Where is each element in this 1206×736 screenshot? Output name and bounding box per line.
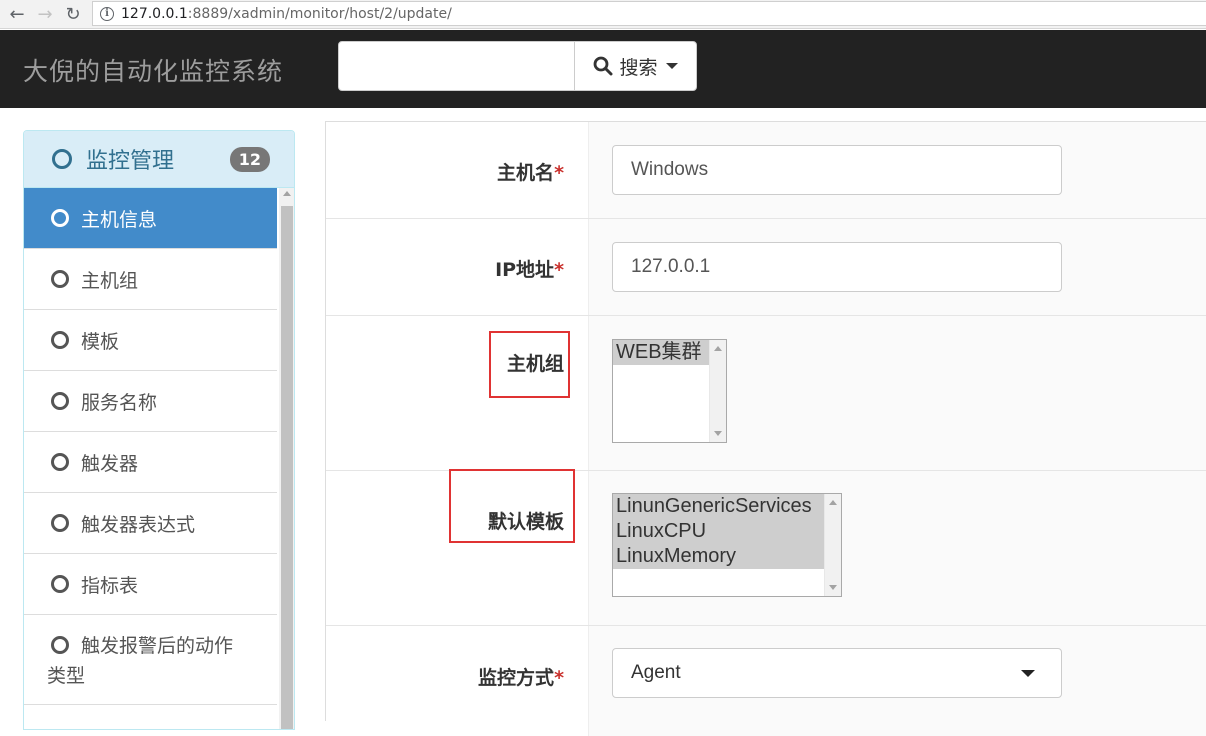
caret-down-icon — [1021, 670, 1035, 677]
required-mark: * — [554, 667, 564, 689]
template-option[interactable]: LinuxCPU — [613, 519, 824, 544]
sidebar-item-alert-action-type[interactable]: 触发报警后的动作 类型 — [24, 615, 277, 705]
sidebar-menu: 主机信息 主机组 模板 服务名称 触发器 触发器表达式 指标表 触发报警后的动作 — [24, 188, 277, 705]
hostname-label: 主机名* — [497, 158, 564, 185]
search-button-label: 搜索 — [619, 56, 658, 79]
form-row-host-group: 主机组 WEB集群 — [326, 316, 1206, 471]
search-icon — [594, 56, 613, 76]
count-badge: 12 — [229, 147, 270, 172]
annotation-box-host-group — [489, 331, 570, 398]
sidebar-item-label: 模板 — [81, 330, 120, 353]
form-row-hostname: 主机名* Windows — [326, 122, 1206, 219]
back-arrow-icon[interactable]: ← — [6, 3, 28, 25]
url-host: 127.0.0.1 — [121, 5, 188, 22]
scroll-down-arrow-icon[interactable] — [714, 431, 722, 436]
sidebar-item-label: 服务名称 — [81, 391, 158, 414]
form-row-monitor-method: 监控方式* Agent — [326, 626, 1206, 736]
info-icon[interactable]: i — [100, 6, 114, 21]
top-navbar: 大倪的自动化监控系统 搜索 — [0, 30, 1206, 108]
monitor-method-select[interactable]: Agent — [612, 648, 1062, 698]
url-path: :8889/xadmin/monitor/host/2/update/ — [187, 5, 452, 22]
sidebar-scrollbar[interactable] — [279, 188, 294, 729]
sidebar-item-label: 触发器 — [81, 452, 139, 475]
hostname-label-text: 主机名 — [497, 162, 555, 184]
hostname-input[interactable]: Windows — [612, 145, 1062, 195]
host-edit-form: 主机名* Windows IP地址* 127.0.0.1 主机组 WEB集群 默… — [325, 121, 1206, 736]
sidebar-heading[interactable]: 监控管理 12 — [24, 131, 294, 188]
sidebar-heading-label: 监控管理 — [86, 149, 175, 174]
host-group-option[interactable]: WEB集群 — [613, 340, 710, 365]
sidebar-item-label: 触发器表达式 — [81, 513, 196, 536]
field-cell: WEB集群 — [589, 316, 1206, 470]
annotation-box-default-template — [449, 469, 575, 543]
monitor-method-label: 监控方式* — [478, 663, 564, 690]
select-scrollbar[interactable] — [709, 340, 726, 442]
circle-icon — [51, 209, 69, 227]
required-mark: * — [554, 259, 564, 281]
search-button[interactable]: 搜索 — [574, 41, 697, 91]
scroll-up-arrow-icon[interactable] — [283, 191, 291, 196]
circle-icon — [51, 575, 69, 593]
circle-icon — [52, 149, 72, 169]
circle-icon — [51, 392, 69, 410]
sidebar-item-label-line2: 类型 — [47, 665, 86, 687]
circle-icon — [51, 331, 69, 349]
address-bar[interactable]: i 127.0.0.1:8889/xadmin/monitor/host/2/u… — [92, 1, 1206, 26]
field-cell: Windows — [589, 122, 1206, 218]
caret-down-icon — [665, 63, 678, 69]
default-template-select[interactable]: LinunGenericServices LinuxCPU LinuxMemor… — [612, 493, 842, 597]
ip-label: IP地址* — [495, 255, 564, 282]
label-cell: 监控方式* — [326, 626, 589, 736]
forward-arrow-icon[interactable]: → — [34, 3, 56, 25]
circle-icon — [51, 636, 69, 654]
sidebar-item-host-group[interactable]: 主机组 — [24, 249, 277, 310]
sidebar-item-label: 指标表 — [81, 574, 139, 597]
monitor-method-value: Agent — [631, 662, 681, 683]
ip-label-text: IP地址 — [495, 259, 555, 281]
sidebar-item-label: 触发报警后的动作 — [81, 635, 234, 657]
scroll-up-arrow-icon[interactable] — [829, 500, 837, 505]
field-cell: Agent — [589, 626, 1206, 736]
ip-input[interactable]: 127.0.0.1 — [612, 242, 1062, 292]
monitor-method-label-text: 监控方式 — [478, 667, 555, 689]
template-option[interactable]: LinunGenericServices — [613, 494, 824, 519]
sidebar-item-service-name[interactable]: 服务名称 — [24, 371, 277, 432]
circle-icon — [51, 453, 69, 471]
label-cell: IP地址* — [326, 219, 589, 315]
scroll-up-arrow-icon[interactable] — [714, 346, 722, 351]
sidebar-item-template[interactable]: 模板 — [24, 310, 277, 371]
sidebar-item-label: 主机组 — [81, 269, 139, 292]
sidebar-item-host-info[interactable]: 主机信息 — [24, 188, 277, 249]
scroll-down-arrow-icon[interactable] — [829, 585, 837, 590]
select-scrollbar[interactable] — [824, 494, 841, 596]
field-cell: 127.0.0.1 — [589, 219, 1206, 315]
browser-toolbar: ← → ↻ i 127.0.0.1:8889/xadmin/monitor/ho… — [0, 0, 1206, 29]
circle-icon — [51, 270, 69, 288]
sidebar-panel: 监控管理 12 主机信息 主机组 模板 服务名称 触发器 触发器表达式 指标表 … — [23, 130, 295, 730]
scroll-thumb[interactable] — [281, 206, 293, 729]
field-cell: LinunGenericServices LinuxCPU LinuxMemor… — [589, 471, 1206, 625]
sidebar-item-label: 主机信息 — [81, 208, 158, 231]
url-text: 127.0.0.1:8889/xadmin/monitor/host/2/upd… — [121, 6, 452, 22]
reload-icon[interactable]: ↻ — [62, 3, 84, 25]
search-input[interactable] — [338, 41, 576, 91]
template-option[interactable]: LinuxMemory — [613, 544, 824, 569]
form-row-ip: IP地址* 127.0.0.1 — [326, 219, 1206, 316]
host-group-select[interactable]: WEB集群 — [612, 339, 727, 443]
circle-icon — [51, 514, 69, 532]
sidebar-item-trigger-expression[interactable]: 触发器表达式 — [24, 493, 277, 554]
sidebar-item-metrics[interactable]: 指标表 — [24, 554, 277, 615]
brand-title[interactable]: 大倪的自动化监控系统 — [23, 52, 283, 88]
required-mark: * — [554, 162, 564, 184]
label-cell: 主机名* — [326, 122, 589, 218]
sidebar-item-trigger[interactable]: 触发器 — [24, 432, 277, 493]
